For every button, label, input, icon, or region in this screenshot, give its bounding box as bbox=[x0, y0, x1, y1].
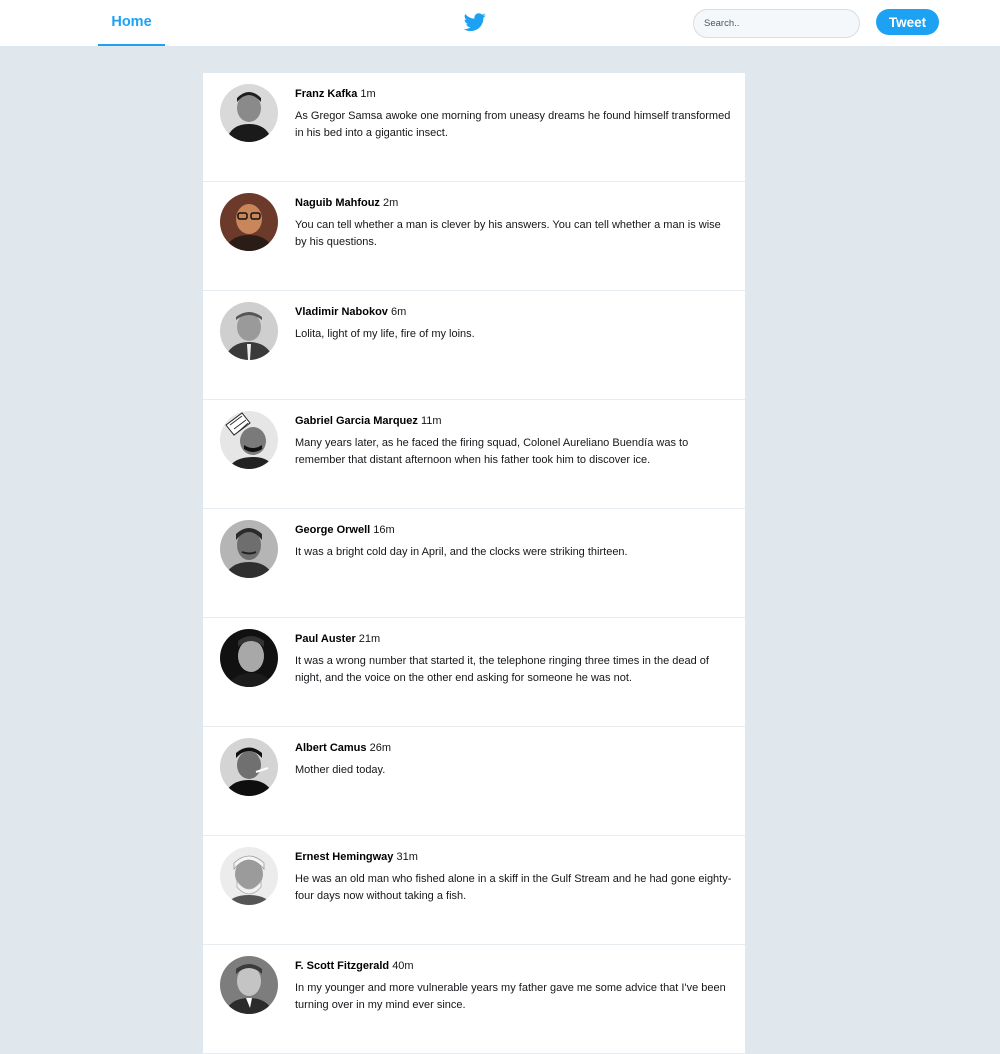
top-navigation-bar: Home Tweet bbox=[0, 0, 1000, 46]
tweet-text: It was a wrong number that started it, t… bbox=[295, 655, 709, 684]
twitter-bird-icon[interactable] bbox=[463, 11, 486, 33]
tweet-text: As Gregor Samsa awoke one morning from u… bbox=[295, 110, 731, 139]
tweet-item[interactable]: Albert Camus 26m Mother died today. bbox=[203, 727, 745, 836]
avatar[interactable] bbox=[220, 738, 278, 796]
tab-home[interactable]: Home bbox=[98, 0, 165, 46]
avatar[interactable] bbox=[220, 629, 278, 687]
tweet-time: 11m bbox=[420, 415, 442, 427]
tweet-author[interactable]: F. Scott Fitzgerald bbox=[295, 960, 389, 972]
tweet-item[interactable]: Gabriel Garcia Marquez 11m Many years la… bbox=[203, 400, 745, 509]
tweet-time: 26m bbox=[369, 742, 391, 754]
avatar[interactable] bbox=[220, 302, 278, 360]
tweet-time: 21m bbox=[358, 633, 381, 645]
tweet-item[interactable]: Ernest Hemingway 31m He was an old man w… bbox=[203, 836, 745, 945]
avatar[interactable] bbox=[220, 847, 278, 905]
tweet-time: 40m bbox=[392, 960, 414, 972]
tweet-feed: Franz Kafka 1m As Gregor Samsa awoke one… bbox=[203, 73, 745, 1054]
avatar[interactable] bbox=[220, 520, 278, 578]
tweet-item[interactable]: F. Scott Fitzgerald 40m In my younger an… bbox=[203, 945, 745, 1054]
tweet-author[interactable]: Paul Auster bbox=[295, 633, 356, 645]
tweet-item[interactable]: George Orwell 16m It was a bright cold d… bbox=[203, 509, 745, 618]
tweet-text: He was an old man who fished alone in a … bbox=[295, 873, 732, 902]
tweet-text: Lolita, light of my life, fire of my loi… bbox=[295, 328, 475, 340]
tweet-author[interactable]: George Orwell bbox=[295, 524, 370, 536]
tweet-item[interactable]: Naguib Mahfouz 2m You can tell whether a… bbox=[203, 182, 745, 291]
tweet-text: Mother died today. bbox=[295, 764, 386, 776]
tweet-text: Many years later, as he faced the firing… bbox=[295, 437, 689, 466]
avatar[interactable] bbox=[220, 193, 278, 251]
tweet-author[interactable]: Ernest Hemingway bbox=[295, 851, 393, 863]
tweet-author[interactable]: Naguib Mahfouz bbox=[295, 197, 380, 209]
tweet-time: 16m bbox=[373, 524, 395, 536]
tweet-item[interactable]: Vladimir Nabokov 6m Lolita, light of my … bbox=[203, 291, 745, 400]
tweet-author[interactable]: Franz Kafka bbox=[295, 88, 357, 100]
tweet-text: You can tell whether a man is clever by … bbox=[295, 219, 721, 248]
avatar[interactable] bbox=[220, 411, 278, 469]
tweet-author[interactable]: Vladimir Nabokov bbox=[295, 306, 388, 318]
tweet-time: 6m bbox=[390, 306, 407, 318]
search-input[interactable] bbox=[693, 9, 860, 38]
tweet-button[interactable]: Tweet bbox=[876, 9, 939, 35]
tweet-text: It was a bright cold day in April, and t… bbox=[295, 546, 628, 558]
tweet-item[interactable]: Franz Kafka 1m As Gregor Samsa awoke one… bbox=[203, 73, 745, 182]
avatar[interactable] bbox=[220, 956, 278, 1014]
tweet-text: In my younger and more vulnerable years … bbox=[295, 982, 726, 1011]
tweet-item[interactable]: Paul Auster 21m It was a wrong number th… bbox=[203, 618, 745, 727]
tweet-time: 2m bbox=[383, 197, 399, 209]
tweet-author[interactable]: Albert Camus bbox=[295, 742, 367, 754]
tweet-time: 1m bbox=[360, 88, 376, 100]
avatar[interactable] bbox=[220, 84, 278, 142]
tweet-author[interactable]: Gabriel Garcia Marquez bbox=[295, 415, 418, 427]
tweet-time: 31m bbox=[396, 851, 418, 863]
